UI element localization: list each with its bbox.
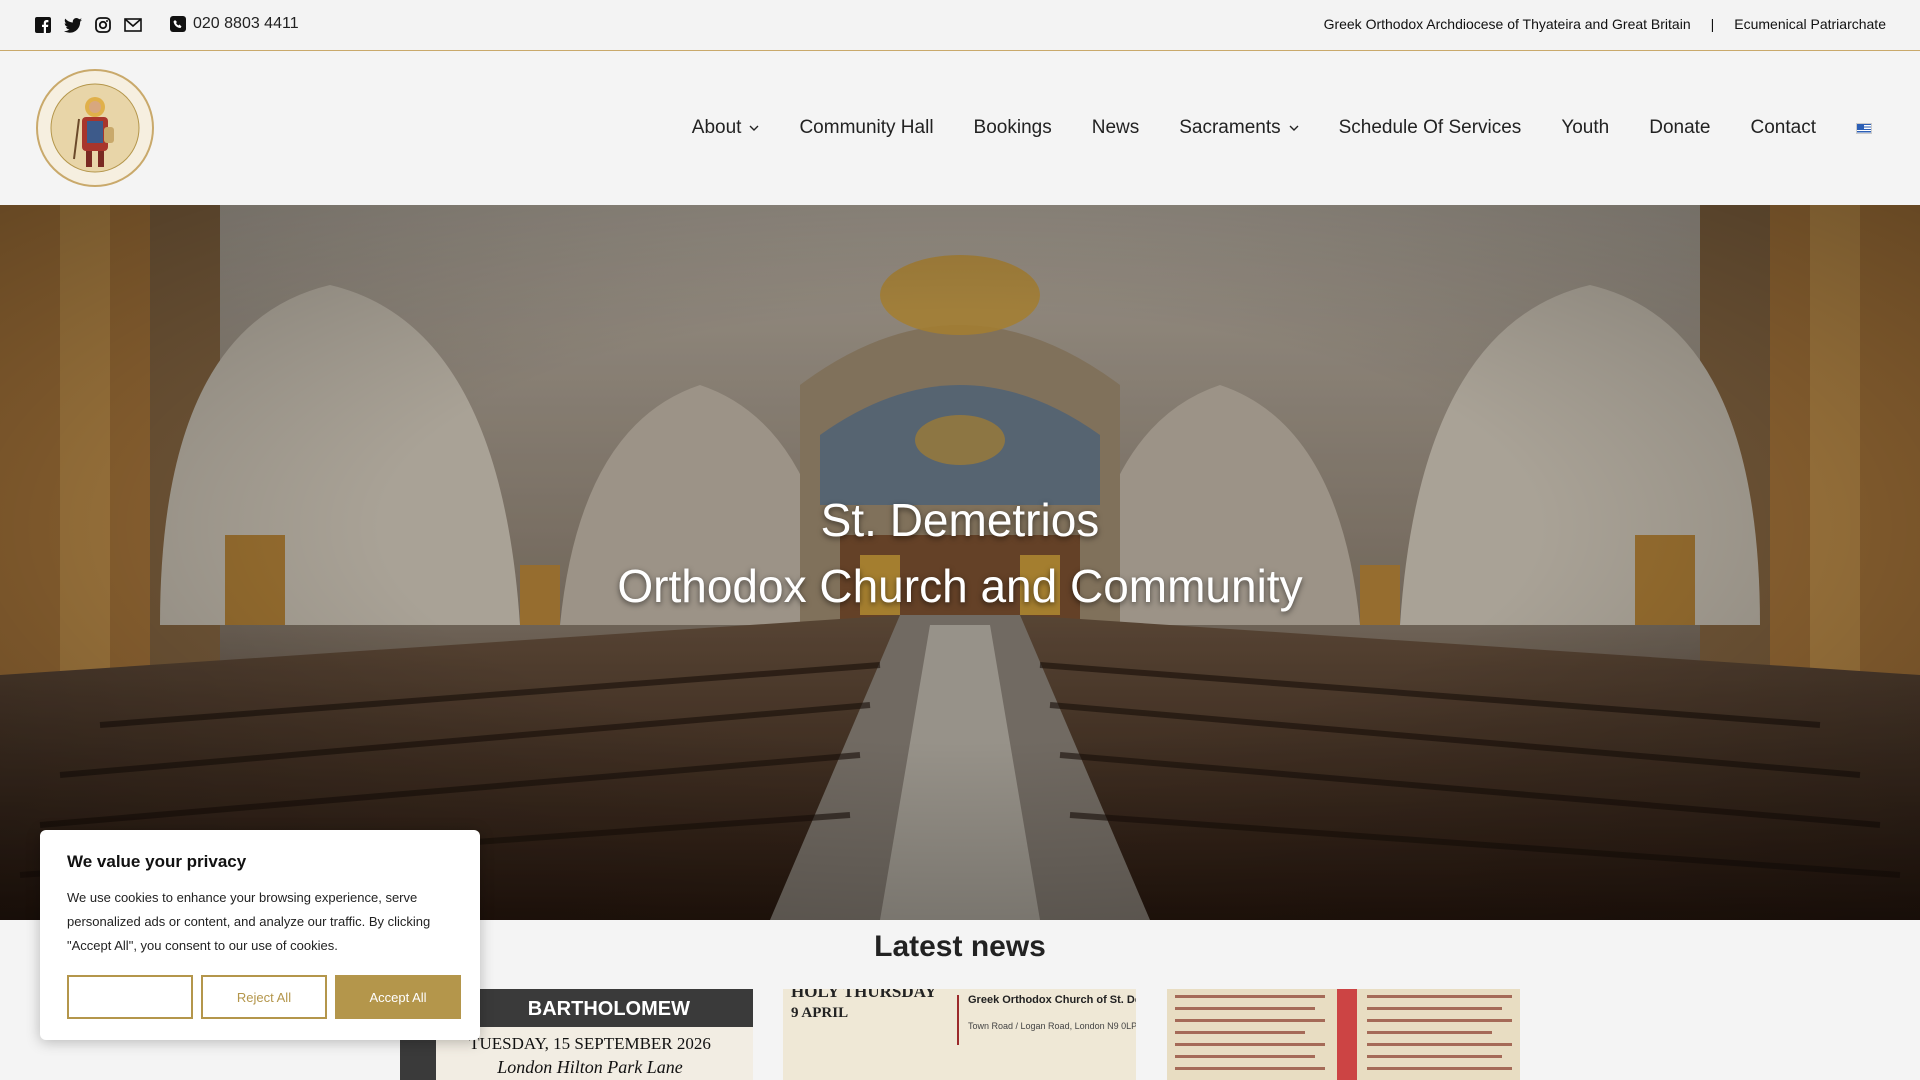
- nav-item-community-hall[interactable]: Community Hall: [799, 117, 933, 139]
- nav-item-news[interactable]: News: [1092, 117, 1140, 139]
- nav-label: About: [691, 117, 742, 138]
- nav-label: Contact: [1750, 117, 1816, 138]
- archdiocese-link[interactable]: Greek Orthodox Archdiocese of Thyateira …: [1324, 16, 1691, 32]
- nav-label: Youth: [1561, 117, 1610, 138]
- nav-label: Sacraments: [1179, 117, 1281, 138]
- cookie-text: We use cookies to enhance your browsing …: [67, 890, 431, 953]
- patriarchate-link[interactable]: Ecumenical Patriarchate: [1734, 16, 1886, 32]
- nav-item-sacraments[interactable]: Sacraments: [1179, 117, 1299, 139]
- nav-label: Bookings: [973, 117, 1052, 138]
- news-card-holy-thursday[interactable]: HOLY THURSDAY 9 APRIL Greek Orthodox Chu…: [783, 989, 1136, 1080]
- nav-item-about[interactable]: About: [692, 117, 760, 139]
- phone-number: 020 8803 4411: [193, 15, 299, 32]
- nav-item-bookings[interactable]: Bookings: [974, 117, 1052, 139]
- chevron-down-icon: [749, 125, 759, 131]
- top-links: Greek Orthodox Archdiocese of Thyateira …: [1324, 16, 1886, 32]
- site-header: About Community Hall Bookings News Sacra…: [0, 51, 1920, 205]
- phone-link[interactable]: 020 8803 4411: [170, 15, 299, 33]
- separator: |: [1710, 16, 1715, 32]
- nav-item-contact[interactable]: Contact: [1751, 117, 1816, 139]
- nav-item-youth[interactable]: Youth: [1561, 117, 1609, 139]
- hero-banner: St. Demetrios Orthodox Church and Commun…: [0, 205, 1920, 920]
- instagram-icon[interactable]: [94, 16, 112, 34]
- twitter-icon[interactable]: [64, 16, 82, 34]
- card-church: Greek Orthodox Church of St. Demetrios: [968, 994, 1136, 1006]
- nav-item-donate[interactable]: Donate: [1649, 117, 1710, 139]
- mail-icon[interactable]: [124, 16, 142, 34]
- nav-label: Community Hall: [799, 117, 934, 138]
- cookie-buttons: Reject All Accept All: [67, 975, 461, 1019]
- phone-icon: [170, 16, 186, 32]
- news-card-schedule[interactable]: [1167, 989, 1520, 1080]
- nav-label: Schedule Of Services: [1338, 117, 1522, 138]
- card-headline: HOLY THURSDAY: [791, 989, 937, 1001]
- facebook-icon[interactable]: [34, 16, 52, 34]
- chevron-down-icon: [1289, 125, 1299, 131]
- hero-title-line1: St. Demetrios: [820, 494, 1100, 546]
- card-headline: BARTHOLOMEW: [528, 998, 690, 1020]
- reject-all-button[interactable]: Reject All: [201, 975, 327, 1019]
- customize-button[interactable]: [67, 975, 193, 1019]
- card-date: 9 APRIL: [791, 1005, 848, 1021]
- greek-flag-icon: [1856, 122, 1872, 134]
- church-logo-icon[interactable]: [34, 67, 156, 189]
- accept-all-button[interactable]: Accept All: [335, 975, 461, 1019]
- social-links: [34, 16, 142, 34]
- card-address: Town Road / Logan Road, London N9 0LP: [968, 1021, 1136, 1031]
- card-venue: London Hilton Park Lane: [496, 1057, 683, 1077]
- cookie-title: We value your privacy: [67, 852, 247, 871]
- nav-label: News: [1091, 117, 1140, 138]
- cookie-consent-banner: We value your privacy We use cookies to …: [40, 830, 480, 1040]
- hero-title-line2: Orthodox Church and Community: [617, 560, 1303, 612]
- main-nav: About Community Hall Bookings News Sacra…: [692, 51, 1872, 205]
- language-switch[interactable]: [1856, 122, 1872, 134]
- top-bar: 020 8803 4411 Greek Orthodox Archdiocese…: [0, 0, 1920, 51]
- nav-label: Donate: [1649, 117, 1711, 138]
- card-date: TUESDAY, 15 SEPTEMBER 2026: [469, 1034, 711, 1053]
- nav-item-schedule[interactable]: Schedule Of Services: [1339, 117, 1522, 139]
